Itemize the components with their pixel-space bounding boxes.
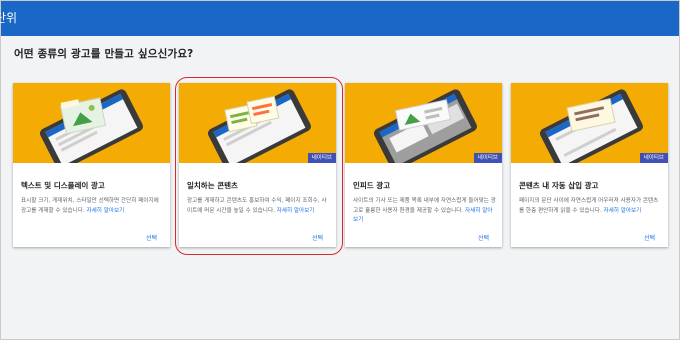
ad-type-question: 어떤 종류의 광고를 만들고 싶으신가요?	[14, 48, 194, 60]
native-badge: 네이티브	[473, 153, 502, 163]
native-badge: 네이티브	[307, 153, 336, 163]
learn-more-link[interactable]: 자세히 알아보기	[87, 208, 125, 214]
ad-type-card-in-feed[interactable]: 네이티브 인피드 광고 사이트의 기사 또는 제품 목록 내부에 자연스럽게 들…	[345, 83, 502, 247]
top-app-bar: 단위	[0, 1, 679, 36]
phone-illustration	[539, 89, 643, 163]
native-badge: 네이티브	[639, 153, 668, 163]
card-description: 표시할 크기, 게재위치, 스타일만 선택하면 간단히 페이지에 광고를 게재할…	[21, 198, 159, 214]
card-description: 광고를 게재하고 콘텐츠도 홍보하여 수익, 페이지 조회수, 사이트에 머문 …	[187, 198, 327, 214]
card-illustration: 네이티브	[511, 83, 668, 163]
card-title: 인피드 광고	[353, 181, 391, 190]
learn-more-link[interactable]: 자세히 알아보기	[604, 208, 642, 214]
card-title: 텍스트 및 디스플레이 광고	[21, 181, 105, 190]
select-button[interactable]: 선택	[146, 233, 157, 242]
card-illustration: 네이티브	[179, 83, 336, 163]
select-button[interactable]: 선택	[644, 233, 655, 242]
page-title: 단위	[0, 11, 18, 25]
select-button[interactable]: 선택	[312, 233, 323, 242]
ad-type-card-in-article[interactable]: 네이티브 콘텐츠 내 자동 삽입 광고 페이지의 문단 사이에 자연스럽게 어우…	[511, 83, 668, 247]
learn-more-link[interactable]: 자세히 알아보기	[277, 208, 315, 214]
phone-illustration	[373, 89, 477, 163]
phone-illustration	[39, 89, 143, 163]
card-title: 콘텐츠 내 자동 삽입 광고	[519, 181, 599, 190]
select-button[interactable]: 선택	[478, 233, 489, 242]
card-illustration	[13, 83, 170, 163]
card-description: 페이지의 문단 사이에 자연스럽게 어우러져 사용자가 콘텐츠를 한층 편안하게…	[519, 198, 659, 214]
ad-type-card-display[interactable]: 텍스트 및 디스플레이 광고 표시할 크기, 게재위치, 스타일만 선택하면 간…	[13, 83, 170, 247]
card-title: 일치하는 콘텐츠	[187, 181, 238, 190]
card-description: 사이트의 기사 또는 제품 목록 내부에 자연스럽게 들어맞는 광고로 훌륭한 …	[353, 198, 496, 223]
card-illustration: 네이티브	[345, 83, 502, 163]
ad-type-card-matched-content[interactable]: 네이티브 일치하는 콘텐츠 광고를 게재하고 콘텐츠도 홍보하여 수익, 페이지…	[179, 83, 336, 247]
phone-illustration	[207, 89, 311, 163]
